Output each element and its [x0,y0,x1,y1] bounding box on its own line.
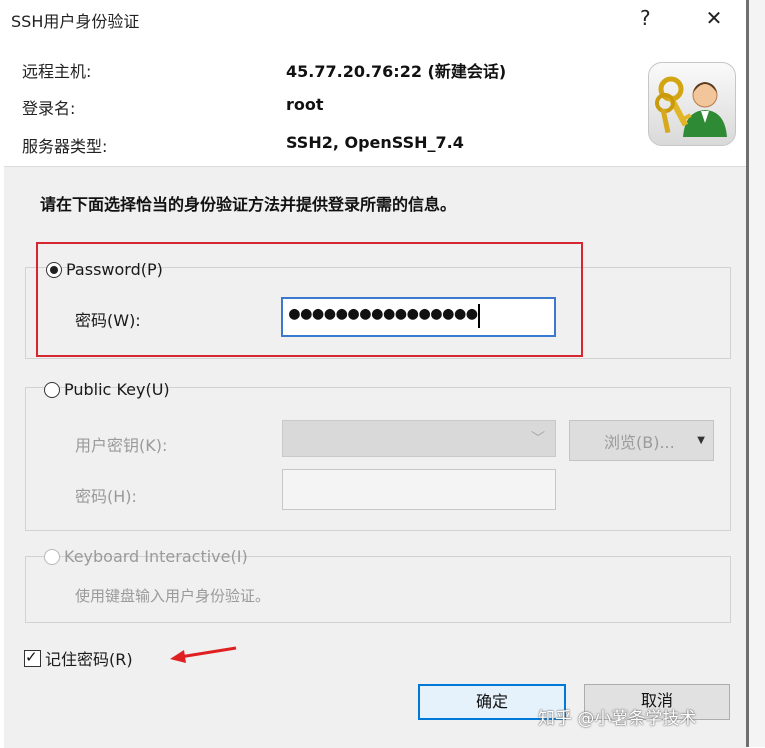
radio-unselected-icon[interactable] [44,381,60,398]
radio-public-key-label: Public Key(U) [64,380,170,399]
watermark-text: 知乎 @小薯条学技术 [538,709,697,729]
close-button[interactable]: ✕ [700,4,728,32]
chevron-down-icon: ﹀ [531,431,545,447]
passphrase-input[interactable] [282,469,556,510]
browse-button[interactable]: 浏览(B)... ▼ [569,420,714,461]
radio-public-key[interactable]: Public Key(U) [44,380,170,399]
host-label: 远程主机: [22,62,92,81]
keyboard-description: 使用键盘输入用户身份验证。 [75,587,271,605]
login-value: root [286,95,324,114]
checkbox-box[interactable]: ✓ [24,647,41,667]
server-type-value: SSH2, OpenSSH_7.4 [286,133,464,152]
login-label: 登录名: [22,99,76,118]
browse-button-label: 浏览(B)... [604,433,675,452]
radio-disabled-icon[interactable] [44,548,60,565]
dropdown-arrow-icon: ▼ [697,435,705,446]
help-button[interactable]: ? [640,4,651,32]
annotation-highlight-box [36,242,583,357]
checkmark-icon: ✓ [25,647,38,666]
background-outside [749,0,765,747]
radio-keyboard-interactive[interactable]: Keyboard Interactive(I) [44,547,248,566]
host-value: 45.77.20.76:22 (新建会话) [286,62,507,81]
window-title: SSH用户身份验证 [11,12,140,31]
radio-keyboard-label: Keyboard Interactive(I) [64,547,248,566]
instruction-text: 请在下面选择恰当的身份验证方法并提供登录所需的信息。 [40,195,457,214]
ssh-auth-dialog: SSH用户身份验证 ? ✕ 远程主机: 45.77.20.76:22 (新建会话… [0,0,765,748]
annotation-arrow-icon [170,646,237,663]
server-type-label: 服务器类型: [22,137,108,156]
remember-password-label: 记住密码(R) [45,650,133,669]
keys-user-icon [648,62,736,146]
user-key-select[interactable]: ﹀ [282,420,556,457]
remember-password-checkbox[interactable]: ✓ 记住密码(R) [24,646,133,670]
passphrase-label: 密码(H): [75,487,137,506]
user-key-label: 用户密钥(K): [75,436,168,455]
